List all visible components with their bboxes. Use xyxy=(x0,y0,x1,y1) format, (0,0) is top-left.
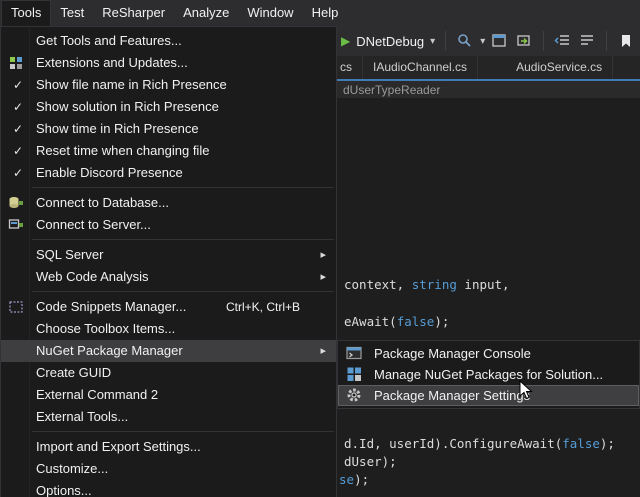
bookmark-icon[interactable] xyxy=(617,32,635,50)
menubar-item-tools[interactable]: Tools xyxy=(1,0,51,26)
menu-item-external-tools[interactable]: External Tools... xyxy=(1,406,336,428)
console-icon xyxy=(346,345,362,361)
menu-item-connect-to-server[interactable]: Connect to Server... xyxy=(1,214,336,236)
menu-item-code-snippets-manager[interactable]: Code Snippets Manager...Ctrl+K, Ctrl+B xyxy=(1,296,336,318)
mouse-cursor xyxy=(518,380,538,407)
code-line: dUser); xyxy=(344,454,397,469)
new-window-icon[interactable] xyxy=(491,32,509,50)
menu-item-choose-toolbox-items[interactable]: Choose Toolbox Items... xyxy=(1,318,336,340)
submenu-arrow-icon: ▸ xyxy=(320,340,326,362)
tab-iaudiochannel[interactable]: IAudioChannel.cs xyxy=(363,56,478,79)
menu-separator xyxy=(32,291,334,292)
navigate-list-icon[interactable] xyxy=(554,32,572,50)
menu-item-reset-time[interactable]: ✓Reset time when changing file xyxy=(1,140,336,162)
menu-shortcut: Ctrl+K, Ctrl+B xyxy=(226,296,300,318)
menu-separator xyxy=(32,431,334,432)
menubar-item-test[interactable]: Test xyxy=(51,0,93,26)
database-icon xyxy=(8,195,24,211)
menu-item-web-code-analysis[interactable]: Web Code Analysis▸ xyxy=(1,266,336,288)
tab-partial[interactable]: cs xyxy=(337,56,363,79)
menu-item-nuget-package-manager[interactable]: NuGet Package Manager▸ xyxy=(1,340,336,362)
submenu-arrow-icon: ▸ xyxy=(320,266,326,288)
chevron-down-icon[interactable]: ▾ xyxy=(480,36,485,47)
breadcrumb-type[interactable]: dUserTypeReader xyxy=(343,83,440,97)
check-icon: ✓ xyxy=(9,74,27,96)
code-line: d.Id, userId).ConfigureAwait(false); xyxy=(344,436,615,451)
server-icon xyxy=(8,217,24,233)
menu-bar: Tools Test ReSharper Analyze Window Help xyxy=(0,0,640,26)
check-icon: ✓ xyxy=(9,162,27,184)
toolbar-separator xyxy=(606,31,607,51)
menu-item-get-tools-and-features[interactable]: Get Tools and Features... xyxy=(1,30,336,52)
vs-window: ▶ DNetDebug ▾ ▾ xyxy=(0,0,640,497)
menubar-item-analyze[interactable]: Analyze xyxy=(174,0,238,26)
find-icon[interactable] xyxy=(456,32,474,50)
submenu-item-package-manager-console[interactable]: Package Manager Console xyxy=(338,343,639,364)
extensions-icon xyxy=(8,55,24,71)
menu-separator xyxy=(32,239,334,240)
submenu-item-manage-nuget-packages-for-solution[interactable]: Manage NuGet Packages for Solution... xyxy=(338,364,639,385)
packages-icon xyxy=(346,366,362,382)
code-line: eAwait(false); xyxy=(344,314,449,329)
menu-item-customize[interactable]: Customize... xyxy=(1,458,336,480)
code-line: se); xyxy=(339,472,369,487)
menu-item-import-export-settings[interactable]: Import and Export Settings... xyxy=(1,436,336,458)
menu-item-sql-server[interactable]: SQL Server▸ xyxy=(1,244,336,266)
menu-item-create-guid[interactable]: Create GUID xyxy=(1,362,336,384)
menu-item-extensions-and-updates[interactable]: Extensions and Updates... xyxy=(1,52,336,74)
menubar-item-help[interactable]: Help xyxy=(303,0,348,26)
debug-target-selector[interactable]: DNetDebug xyxy=(356,34,424,49)
menubar-item-window[interactable]: Window xyxy=(238,0,302,26)
menu-item-options[interactable]: Options... xyxy=(1,480,336,497)
tab-gap xyxy=(478,56,506,79)
attach-icon[interactable] xyxy=(515,32,533,50)
check-icon: ✓ xyxy=(9,140,27,162)
check-icon: ✓ xyxy=(9,96,27,118)
tab-audioservice[interactable]: AudioService.cs xyxy=(506,56,613,79)
start-debug-icon[interactable]: ▶ xyxy=(341,34,350,48)
check-icon: ✓ xyxy=(9,118,27,140)
menubar-item-resharper[interactable]: ReSharper xyxy=(93,0,174,26)
menu-item-external-command-2[interactable]: External Command 2 xyxy=(1,384,336,406)
menu-item-enable-discord-presence[interactable]: ✓Enable Discord Presence xyxy=(1,162,336,184)
menu-item-show-solution[interactable]: ✓Show solution in Rich Presence xyxy=(1,96,336,118)
menu-item-show-file-name[interactable]: ✓Show file name in Rich Presence xyxy=(1,74,336,96)
tools-menu: Get Tools and Features... Extensions and… xyxy=(0,26,337,497)
gear-icon xyxy=(346,387,362,403)
menu-separator xyxy=(32,187,334,188)
toolbar-separator xyxy=(543,31,544,51)
menu-item-show-time[interactable]: ✓Show time in Rich Presence xyxy=(1,118,336,140)
code-line: context, string input, xyxy=(344,277,510,292)
nuget-submenu: Package Manager Console Manage NuGet Pac… xyxy=(337,340,640,409)
menu-item-connect-to-database[interactable]: Connect to Database... xyxy=(1,192,336,214)
submenu-arrow-icon: ▸ xyxy=(320,244,326,266)
submenu-item-package-manager-settings[interactable]: Package Manager Settings xyxy=(338,385,639,406)
line-list-icon[interactable] xyxy=(578,32,596,50)
toolbar-separator xyxy=(445,31,446,51)
chevron-down-icon[interactable]: ▾ xyxy=(430,36,435,47)
snippets-icon xyxy=(8,299,24,315)
